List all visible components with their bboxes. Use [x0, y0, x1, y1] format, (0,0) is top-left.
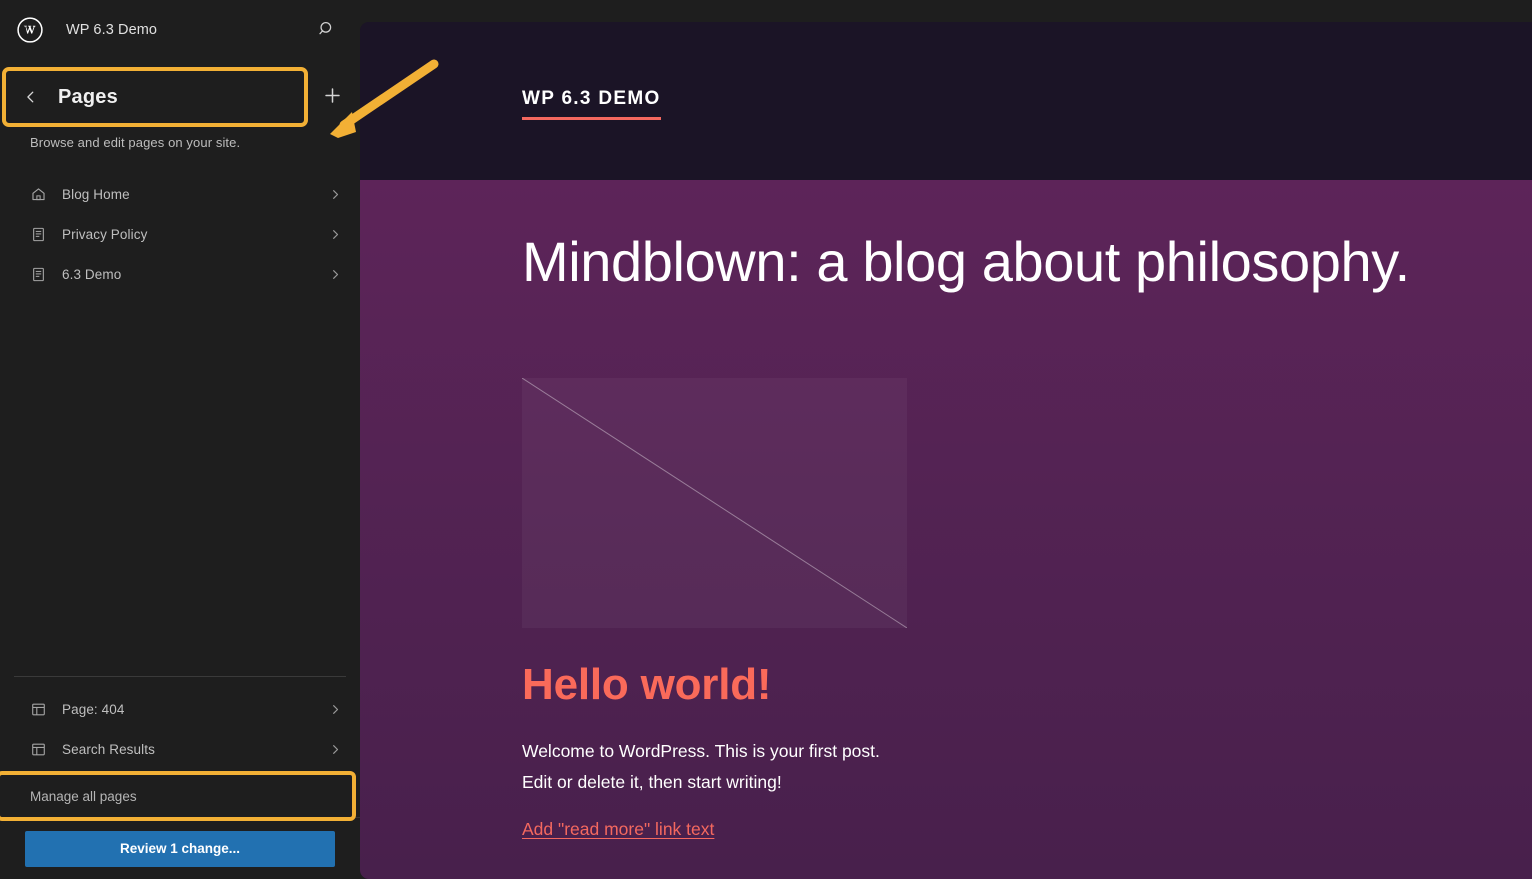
- list-item[interactable]: 6.3 Demo: [0, 254, 360, 294]
- template-icon: [28, 739, 48, 759]
- document-icon: [28, 224, 48, 244]
- site-preview-canvas[interactable]: WP 6.3 Demo 6 Mindblown: a blog about ph…: [360, 22, 1532, 879]
- editor-sidebar: WP 6.3 Demo Pages Browse and edit pages …: [0, 0, 360, 879]
- wordpress-logo-icon[interactable]: [14, 14, 46, 46]
- pages-list: Blog Home Privacy Policy 6.3 Demo: [0, 174, 360, 294]
- search-icon: [318, 20, 336, 41]
- chevron-right-icon: [328, 187, 342, 201]
- pages-panel-header[interactable]: Pages: [2, 67, 308, 127]
- plus-icon: [323, 86, 342, 108]
- hero-heading: Mindblown: a blog about philosophy.: [522, 230, 1410, 293]
- search-button[interactable]: [310, 13, 344, 47]
- pages-header-row: Pages: [0, 66, 360, 128]
- preview-site-header: WP 6.3 Demo 6: [360, 22, 1532, 180]
- read-more-link[interactable]: Add "read more" link text: [522, 819, 714, 840]
- list-item-label: Page: 404: [62, 701, 125, 717]
- list-item[interactable]: Privacy Policy: [0, 214, 360, 254]
- list-item-label: Search Results: [62, 741, 155, 757]
- document-icon: [28, 264, 48, 284]
- manage-all-pages-wrap: Manage all pages: [0, 771, 360, 821]
- list-item-label: 6.3 Demo: [62, 266, 122, 282]
- templates-list: Page: 404 Search Results Manage all page…: [0, 677, 360, 821]
- home-icon: [28, 184, 48, 204]
- post-title[interactable]: Hello world!: [522, 660, 1486, 710]
- site-editor-window: WP 6.3 Demo Pages Browse and edit pages …: [0, 0, 1532, 879]
- editor-canvas-area: WP 6.3 Demo 6 Mindblown: a blog about ph…: [360, 0, 1532, 879]
- template-icon: [28, 699, 48, 719]
- site-title: WP 6.3 Demo: [66, 22, 158, 38]
- preview-site-brand[interactable]: WP 6.3 Demo: [522, 88, 661, 120]
- chevron-right-icon: [328, 702, 342, 716]
- chevron-right-icon: [328, 742, 342, 756]
- manage-all-pages-link[interactable]: Manage all pages: [0, 771, 356, 821]
- chevron-left-icon[interactable]: [22, 88, 40, 106]
- post-body: Welcome to WordPress. This is your first…: [522, 736, 1162, 796]
- page-title: Pages: [58, 85, 118, 108]
- sidebar-topbar: WP 6.3 Demo: [0, 0, 360, 60]
- sidebar-footer: Review 1 change...: [0, 817, 360, 879]
- list-item-label: Blog Home: [62, 186, 130, 202]
- list-item[interactable]: Search Results: [0, 729, 360, 769]
- chevron-right-icon: [328, 227, 342, 241]
- list-item[interactable]: Blog Home: [0, 174, 360, 214]
- broken-image-placeholder-icon[interactable]: [522, 378, 907, 629]
- post-body-line-1: Welcome to WordPress. This is your first…: [522, 741, 880, 762]
- manage-all-pages-label: Manage all pages: [30, 788, 137, 804]
- post-body-line-2: Edit or delete it, then start writing!: [522, 771, 782, 792]
- review-changes-button[interactable]: Review 1 change...: [25, 830, 335, 867]
- pages-panel-subtitle: Browse and edit pages on your site.: [30, 135, 241, 150]
- preview-site-body: Mindblown: a blog about philosophy. Hell…: [360, 180, 1532, 879]
- add-new-page-button[interactable]: [312, 77, 352, 117]
- chevron-right-icon: [328, 267, 342, 281]
- list-item[interactable]: Page: 404: [0, 689, 360, 729]
- list-item-label: Privacy Policy: [62, 226, 148, 242]
